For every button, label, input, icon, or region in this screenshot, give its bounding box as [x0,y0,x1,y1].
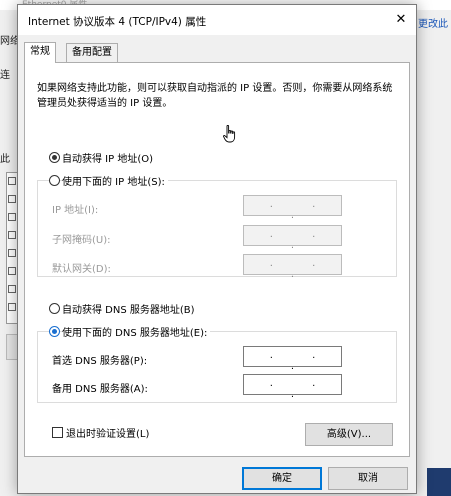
obtain-ip-auto-label[interactable]: 自动获得 IP 地址(O) [62,150,153,165]
background-item-checkbox [8,303,16,311]
obtain-dns-auto-label[interactable]: 自动获得 DNS 服务器地址(B) [62,301,195,316]
background-label-connect: 连 [0,70,10,81]
general-tab-panel: 如果网络支持此功能，则可以获取自动指派的 IP 设置。否则，你需要从网络系统管理… [24,62,410,457]
subnet-mask-field: . . . [243,225,342,251]
default-gateway-field: . . . [243,254,342,280]
ip-address-field: . . . [243,195,342,221]
dialog-title: Internet 协议版本 4 (TCP/IPv4) 属性 [28,16,207,28]
tab-general[interactable]: 常规 [24,42,56,63]
background-item-checkbox [8,195,16,203]
background-item-checkbox [8,285,16,293]
background-item-checkbox [8,231,16,239]
close-icon[interactable]: ✕ [392,11,410,29]
preferred-dns-field[interactable]: . . . [243,346,342,372]
preferred-dns-label: 首选 DNS 服务器(P): [52,356,148,367]
background-change-link[interactable]: 更改此 [418,15,448,30]
obtain-ip-auto-radio[interactable] [49,152,60,163]
validate-on-exit-checkbox[interactable] [52,427,63,438]
use-ip-manual-radio[interactable] [49,175,60,186]
subnet-mask-label: 子网掩码(U): [52,235,111,246]
use-dns-manual-label[interactable]: 使用下面的 DNS 服务器地址(E): [62,324,211,339]
background-label-this: 此 [0,154,10,165]
background-item-checkbox [8,249,16,257]
alternate-dns-field[interactable]: . . . [243,374,342,400]
taskbar-edge [427,468,451,496]
obtain-dns-auto-radio[interactable] [49,303,60,314]
validate-on-exit-label[interactable]: 退出时验证设置(L) [66,425,149,440]
advanced-button[interactable]: 高级(V)... [305,423,393,446]
default-gateway-label: 默认网关(D): [52,264,111,275]
description-text: 如果网络支持此功能，则可以获取自动指派的 IP 设置。否则，你需要从网络系统管理… [37,83,393,109]
tab-alternate-configuration[interactable]: 备用配置 [66,43,118,62]
background-item-checkbox [8,177,16,185]
hand-cursor-icon [223,125,236,143]
ip-address-label: IP 地址(I): [52,205,99,216]
background-item-checkbox [8,267,16,275]
background-item-checkbox [8,213,16,221]
alternate-dns-label: 备用 DNS 服务器(A): [52,384,148,395]
dialog-titlebar: Internet 协议版本 4 (TCP/IPv4) 属性 ✕ [18,5,416,35]
use-dns-manual-radio[interactable] [49,326,60,337]
cancel-button[interactable]: 取消 [328,467,408,490]
ok-button[interactable]: 确定 [242,467,322,490]
ipv4-properties-dialog: Internet 协议版本 4 (TCP/IPv4) 属性 ✕ 常规 备用配置 … [17,4,417,494]
use-ip-manual-label[interactable]: 使用下面的 IP 地址(S): [62,173,168,188]
